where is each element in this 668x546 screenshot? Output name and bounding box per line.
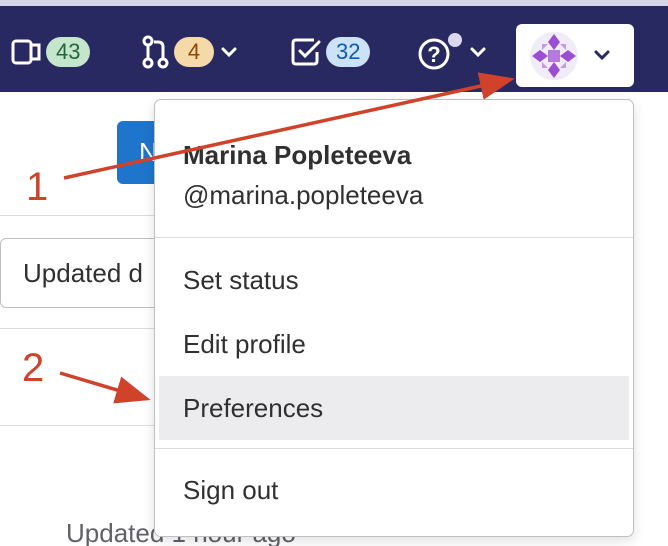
annotation-arrow-2 bbox=[59, 371, 151, 404]
annotation-step-2: 2 bbox=[22, 346, 45, 390]
annotation-arrows bbox=[59, 72, 515, 404]
annotation-arrow-1 bbox=[63, 72, 515, 180]
annotation-step-1: 1 bbox=[26, 165, 49, 209]
